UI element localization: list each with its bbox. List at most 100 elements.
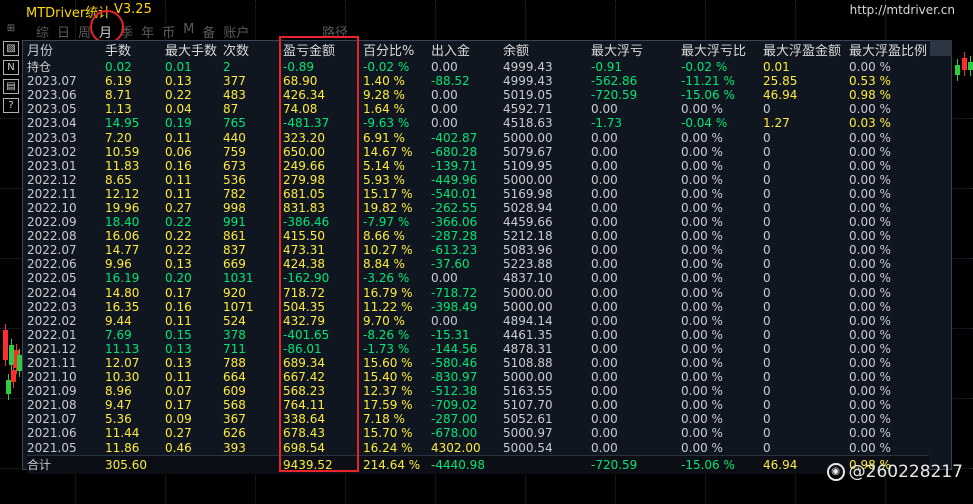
table-cell: 0 [763,257,771,272]
table-cell: 9.70 % [363,313,405,328]
column-header[interactable]: 最大浮亏 [591,44,681,60]
tab-0[interactable]: 综 [36,22,49,41]
table-cell: -0.91 [591,60,623,75]
table-cell: -720.59 [591,88,638,103]
table-row: 2022.03 16.35 0.16 1071 504.35 11.22 % -398.49… [27,300,929,314]
table-cell: 16.06 [105,229,140,244]
table-cell [165,454,223,474]
column-header[interactable]: 月份 [27,44,105,60]
table-cell: 0.00 % [681,370,723,385]
table-row: 2023.03 7.20 0.11 440 323.20 6.91 % -402.87 500… [27,130,929,145]
table-cell: 0.00 [431,88,458,103]
left-toolbar: ⊞ ▧ N ▤? [3,22,19,117]
table-cell: 2022.05 [27,271,77,286]
table-cell: 0.00 % [849,102,891,117]
table-cell: 1071 [223,299,254,314]
table-cell: 2021.07 [27,412,77,427]
table-cell: 8.66 % [363,229,405,244]
column-header[interactable]: 余额 [503,44,591,60]
table-cell: 5000.54 [503,440,553,455]
table-cell: 2022.02 [27,313,77,328]
table-cell: 0.00 [431,102,458,117]
n-icon[interactable]: N [3,60,19,75]
table-cell: 0.00 [591,144,618,159]
table-cell: 214.64 % [363,454,431,474]
table-cell: 1.27 [763,116,790,131]
table-cell: -562.86 [591,74,638,89]
table-cell: 9.44 [105,313,132,328]
table-cell: 0 [763,384,771,399]
column-header[interactable]: 最大浮亏比 [681,44,763,60]
table-cell: 0.06 [165,144,192,159]
table-cell: 0.00 % [849,200,891,215]
table-row: 2021.06 11.44 0.27 626 678.43 15.70 % -678.00 5… [27,426,929,440]
table-cell: 10.59 [105,144,140,159]
table-cell: 2022.07 [27,243,77,258]
table-cell: 15.60 % [363,356,413,371]
column-header[interactable]: 出入金 [431,44,503,60]
table-cell: 0.00 % [849,60,891,75]
table-cell: 2021.12 [27,341,77,356]
table-cell: 0 [763,426,771,441]
table-cell: 377 [223,74,246,89]
table-cell: 0.11 [165,186,192,201]
candle [968,62,973,70]
table-cell: 0.00 % [681,440,723,455]
column-header[interactable]: 次数 [223,44,283,60]
table-cell: 0.00 % [849,341,891,356]
table-cell: 持仓 [27,60,52,75]
column-header[interactable]: 百分比% [363,44,431,60]
table-cell: 0 [763,440,771,455]
tab-7[interactable]: M [183,22,194,40]
tab-5[interactable]: 年 [141,22,154,41]
table-cell: 0.00 [591,257,618,272]
list-icon[interactable]: ▤ [3,79,19,94]
column-header[interactable]: 最大浮盈金额 [763,44,849,60]
table-cell: 0.00 [591,271,618,286]
table-row: 2021.09 8.96 0.07 609 568.23 12.37 % -512.38 51… [27,384,929,398]
panel-scrollbar[interactable] [930,40,952,56]
table-cell: 0.00 % [681,102,723,117]
table-row: 2022.02 9.44 0.11 524 432.79 9.70 % 0.00 4894.1… [27,314,929,328]
chart-icon[interactable]: ▧ [3,41,19,56]
table-cell: 5052.61 [503,412,553,427]
table-cell: 8.84 % [363,257,405,272]
column-header[interactable]: 最大手数 [165,44,223,60]
table-row: 2022.10 19.96 0.27 998 831.83 19.82 % -262.55 5… [27,201,929,215]
table-cell: 2021.08 [27,398,77,413]
table-row: 2021.11 12.07 0.13 788 689.34 15.60 % -580.46 5… [27,356,929,370]
grid-icon[interactable]: ⊞ [3,22,19,37]
table-cell: 5109.95 [503,158,553,173]
table-cell: 5169.98 [503,186,553,201]
tab-6[interactable]: 币 [162,22,175,41]
tab-8[interactable]: 备 [202,22,215,41]
table-cell: 0.00 % [681,172,723,187]
table-cell: 0.00 [591,130,618,145]
column-header[interactable]: 手数 [105,44,165,60]
table-cell: 0.00 [591,200,618,215]
table-cell: 7.69 [105,327,132,342]
table-row: 2021.07 5.36 0.09 367 338.64 7.18 % -287.00 505… [27,412,929,426]
website-link[interactable]: http://mtdriver.cn [850,3,955,17]
column-header[interactable]: 最大浮盈比例 [849,44,929,60]
table-cell: 2021.10 [27,370,77,385]
table-cell: 5.36 [105,412,132,427]
table-cell: 5107.70 [503,398,553,413]
table-cell: 837 [223,243,246,258]
help-icon[interactable]: ? [3,98,19,113]
table-cell: 0.15 [165,327,192,342]
table-cell: 11.83 [105,158,140,173]
table-cell: -287.00 [431,412,478,427]
table-cell: 15.40 % [363,370,413,385]
table-cell: 5.14 % [363,158,405,173]
tab-1[interactable]: 日 [57,22,70,41]
table-row: 2022.12 8.65 0.11 536 279.98 5.93 % -449.96 500… [27,173,929,187]
table-row: 2023.04 14.95 0.19 765 -481.37 -9.63 % 0.00 451… [27,116,929,130]
table-cell: 0.13 [165,356,192,371]
table-row: 2021.08 9.47 0.17 568 764.11 17.59 % -709.02 51… [27,398,929,412]
tab-9[interactable]: 账户 [223,22,249,41]
table-cell: 0.00 % [681,356,723,371]
candle [6,380,11,394]
table-cell: 0.00 % [849,130,891,145]
table-cell: 17.59 % [363,398,413,413]
